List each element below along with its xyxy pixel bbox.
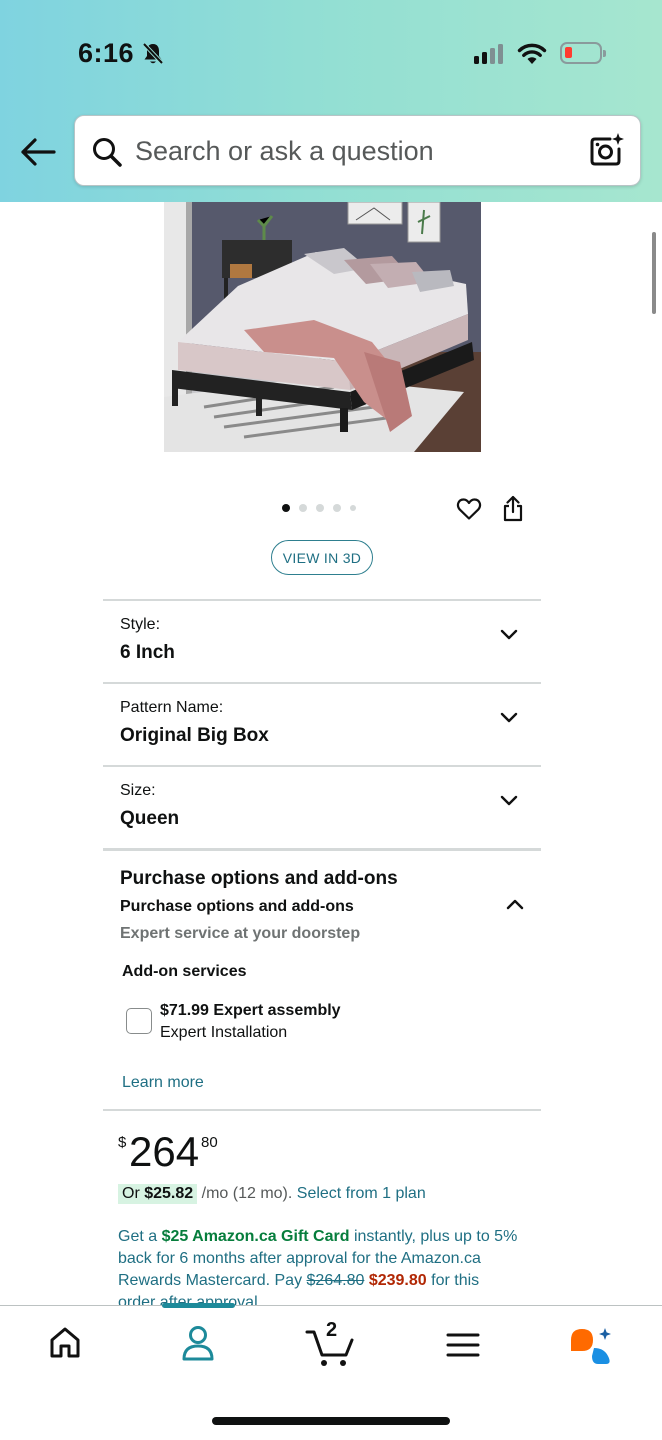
- back-arrow-icon[interactable]: [18, 134, 58, 170]
- variation-label: Pattern Name:: [120, 699, 224, 716]
- bell-muted-icon: [142, 42, 164, 65]
- pager-dot[interactable]: [350, 505, 356, 511]
- addon-services-title: Add-on services: [122, 963, 247, 980]
- camera-search-icon[interactable]: [588, 131, 626, 169]
- divider: [103, 1109, 541, 1111]
- promo-gift-card: $25 Amazon.ca Gift Card: [161, 1228, 350, 1245]
- share-icon[interactable]: [501, 495, 525, 523]
- heart-icon[interactable]: [456, 497, 482, 521]
- monthly-amount-badge: Or $25.82: [118, 1184, 198, 1204]
- top-header: 6:16: [0, 0, 662, 202]
- battery-low-icon: [560, 42, 606, 64]
- search-input[interactable]: [135, 130, 575, 172]
- expert-assembly-checkbox[interactable]: [126, 1008, 152, 1034]
- price-currency-symbol: $: [118, 1134, 127, 1151]
- price-whole: 264: [129, 1128, 200, 1175]
- cellular-signal-icon: [474, 44, 503, 64]
- monthly-prefix: Or: [122, 1185, 140, 1202]
- pager-dot-active[interactable]: [282, 504, 290, 512]
- status-time: 6:16: [78, 38, 135, 68]
- active-tab-indicator: [162, 1303, 235, 1308]
- account-icon[interactable]: [180, 1324, 216, 1362]
- monthly-payment-line: Or $25.82 /mo (12 mo). Select from 1 pla…: [118, 1184, 426, 1204]
- purchase-options-description: Expert service at your doorstep: [120, 925, 361, 942]
- select-plan-link[interactable]: Select from 1 plan: [297, 1185, 426, 1202]
- wifi-icon: [517, 43, 547, 64]
- image-pager-dots[interactable]: [282, 504, 356, 512]
- promo-new-price: $239.80: [368, 1272, 427, 1289]
- product-image[interactable]: [164, 202, 481, 452]
- promo-old-price: $264.80: [306, 1272, 365, 1289]
- addon-detail: Expert Installation: [160, 1024, 288, 1041]
- promo-pay-label: Pay: [274, 1272, 303, 1289]
- home-indicator[interactable]: [212, 1417, 450, 1425]
- menu-icon[interactable]: [446, 1332, 480, 1358]
- addon-price-and-name[interactable]: $71.99 Expert assembly: [160, 1002, 341, 1020]
- divider: [103, 599, 541, 601]
- monthly-period: /mo (12 mo).: [201, 1185, 293, 1202]
- search-icon: [93, 138, 122, 167]
- rufus-assistant-icon[interactable]: [568, 1326, 616, 1370]
- variation-label: Style:: [120, 616, 161, 633]
- addon-price: $71.99: [160, 1002, 209, 1019]
- purchase-options-title: Purchase options and add-ons: [120, 868, 398, 889]
- price-fraction: 80: [201, 1134, 218, 1151]
- divider: [103, 765, 541, 767]
- pager-dot[interactable]: [299, 504, 307, 512]
- promo-text: Get a: [118, 1228, 158, 1245]
- variation-value: Original Big Box: [120, 725, 269, 746]
- variation-value: Queen: [120, 808, 180, 829]
- addon-name: Expert assembly: [213, 1002, 341, 1019]
- rewards-card-promo[interactable]: Get a $25 Amazon.ca Gift Card instantly,…: [118, 1226, 518, 1314]
- divider: [103, 848, 541, 851]
- learn-more-link[interactable]: Learn more: [122, 1074, 204, 1092]
- chevron-down-icon[interactable]: [500, 794, 518, 808]
- page-scrollbar[interactable]: [652, 232, 656, 314]
- divider: [103, 682, 541, 684]
- purchase-options-subtitle[interactable]: Purchase options and add-ons: [120, 898, 354, 916]
- variation-label: Size:: [120, 782, 156, 799]
- home-icon[interactable]: [47, 1324, 83, 1360]
- cart-count-badge: 2: [326, 1319, 338, 1341]
- pager-dot[interactable]: [316, 504, 324, 512]
- view-in-3d-button[interactable]: VIEW IN 3D: [271, 540, 373, 575]
- pager-dot[interactable]: [333, 504, 341, 512]
- monthly-amount: $25.82: [144, 1185, 194, 1202]
- chevron-up-icon[interactable]: [506, 897, 524, 911]
- variation-value: 6 Inch: [120, 642, 175, 663]
- search-bar[interactable]: [74, 115, 641, 186]
- chevron-down-icon[interactable]: [500, 628, 518, 642]
- chevron-down-icon[interactable]: [500, 711, 518, 725]
